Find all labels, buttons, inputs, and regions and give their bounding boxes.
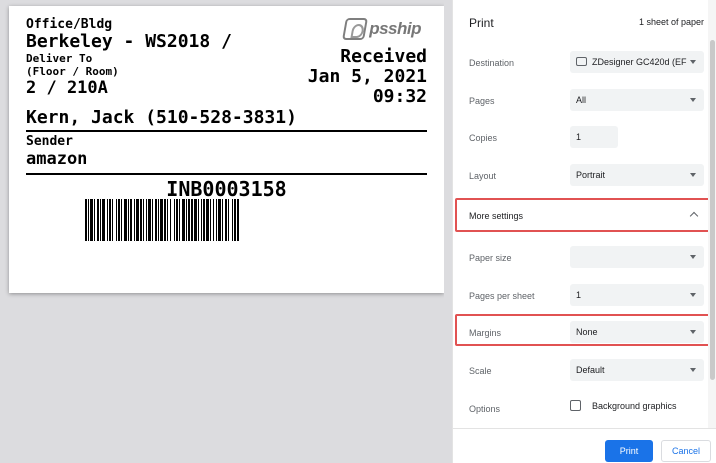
- pages-select[interactable]: All: [570, 89, 704, 111]
- chevron-down-icon: [690, 98, 696, 102]
- pages-value: All: [576, 95, 587, 105]
- paper-size-label: Paper size: [469, 253, 512, 263]
- margins-value: None: [576, 327, 598, 337]
- destination-label: Destination: [469, 58, 515, 68]
- room-number: 2 / 210A: [26, 78, 108, 98]
- logo-text: psship: [369, 19, 421, 38]
- tracking-number: INB0003158: [166, 177, 287, 201]
- building-name: Berkeley - WS2018 /: [26, 31, 232, 52]
- copies-label: Copies: [469, 133, 498, 143]
- barcode-bar: [237, 199, 239, 241]
- chevron-down-icon: [690, 368, 696, 372]
- scale-select[interactable]: Default: [570, 359, 704, 381]
- printer-icon: [576, 57, 587, 66]
- chevron-down-icon: [690, 60, 696, 64]
- options-row: Options Background graphics: [469, 397, 709, 423]
- received-date: Jan 5, 2021: [307, 66, 427, 87]
- layout-select[interactable]: Portrait: [570, 164, 704, 186]
- scrollbar-thumb[interactable]: [710, 40, 715, 380]
- barcode: [85, 199, 367, 241]
- label-divider: [26, 173, 427, 175]
- recipient-contact: Kern, Jack (510-528-3831): [26, 107, 297, 128]
- paper-size-row: Paper size: [469, 246, 709, 272]
- sender-name: amazon: [26, 149, 88, 169]
- layout-label: Layout: [469, 171, 497, 181]
- more-settings-label: More settings: [469, 211, 524, 221]
- scale-value: Default: [576, 365, 605, 375]
- checkbox-icon[interactable]: [570, 400, 581, 411]
- preview-scrollbar[interactable]: [444, 0, 452, 463]
- chevron-down-icon: [690, 330, 696, 334]
- received-time: 09:32: [372, 86, 427, 107]
- cancel-button[interactable]: Cancel: [661, 440, 711, 462]
- print-preview-area: Office/Bldg Berkeley - WS2018 / Deliver …: [0, 0, 452, 463]
- paper-size-select[interactable]: [570, 246, 704, 268]
- options-label: Options: [469, 404, 501, 414]
- background-graphics-label[interactable]: Background graphics: [592, 401, 677, 411]
- pages-label: Pages: [469, 96, 495, 106]
- margins-select[interactable]: None: [570, 321, 704, 343]
- destination-value: ZDesigner GC420d (EF: [592, 57, 687, 67]
- copies-value: 1: [576, 132, 582, 142]
- print-button[interactable]: Print: [605, 440, 653, 462]
- pages-per-sheet-value: 1: [576, 290, 582, 300]
- panel-title: Print: [469, 16, 494, 30]
- margins-label: Margins: [469, 328, 502, 338]
- label-address-block: Office/Bldg Berkeley - WS2018 / Deliver …: [26, 17, 232, 98]
- status-text: Received: [340, 46, 427, 67]
- layout-value: Portrait: [576, 170, 606, 180]
- pages-per-sheet-select[interactable]: 1: [570, 284, 704, 306]
- office-caption: Office/Bldg: [26, 17, 113, 32]
- scale-row: Scale Default: [469, 359, 709, 385]
- destination-row: Destination ZDesigner GC420d (EF: [469, 51, 709, 77]
- copies-row: Copies 1: [469, 126, 709, 152]
- sender-caption: Sender: [26, 134, 73, 149]
- margins-row: Margins None: [469, 321, 709, 347]
- chevron-down-icon: [690, 293, 696, 297]
- psship-logo-icon: [342, 18, 369, 40]
- footer-divider: [453, 428, 716, 429]
- scale-label: Scale: [469, 366, 492, 376]
- destination-select[interactable]: ZDesigner GC420d (EF: [570, 51, 704, 73]
- chevron-up-icon: [689, 211, 699, 221]
- pages-per-sheet-row: Pages per sheet 1: [469, 284, 709, 310]
- label-status-block: psship Received Jan 5, 2021 09:32: [308, 16, 427, 107]
- pages-per-sheet-label: Pages per sheet: [469, 291, 535, 301]
- chevron-down-icon: [690, 255, 696, 259]
- copies-input[interactable]: 1: [570, 126, 618, 148]
- floor-room-caption: (Floor / Room): [26, 65, 119, 78]
- layout-row: Layout Portrait: [469, 164, 709, 190]
- deliver-to-caption: Deliver To: [26, 52, 93, 65]
- psship-logo: psship: [308, 16, 421, 42]
- settings-scrollbar[interactable]: [708, 0, 716, 428]
- more-settings-toggle[interactable]: More settings: [455, 198, 713, 232]
- pages-row: Pages All: [469, 89, 709, 115]
- chevron-down-icon: [690, 173, 696, 177]
- shipping-label-page: Office/Bldg Berkeley - WS2018 / Deliver …: [9, 6, 444, 293]
- label-divider: [26, 130, 427, 132]
- print-settings-panel: Print 1 sheet of paper Destination ZDesi…: [452, 0, 716, 463]
- sheet-count: 1 sheet of paper: [638, 17, 704, 27]
